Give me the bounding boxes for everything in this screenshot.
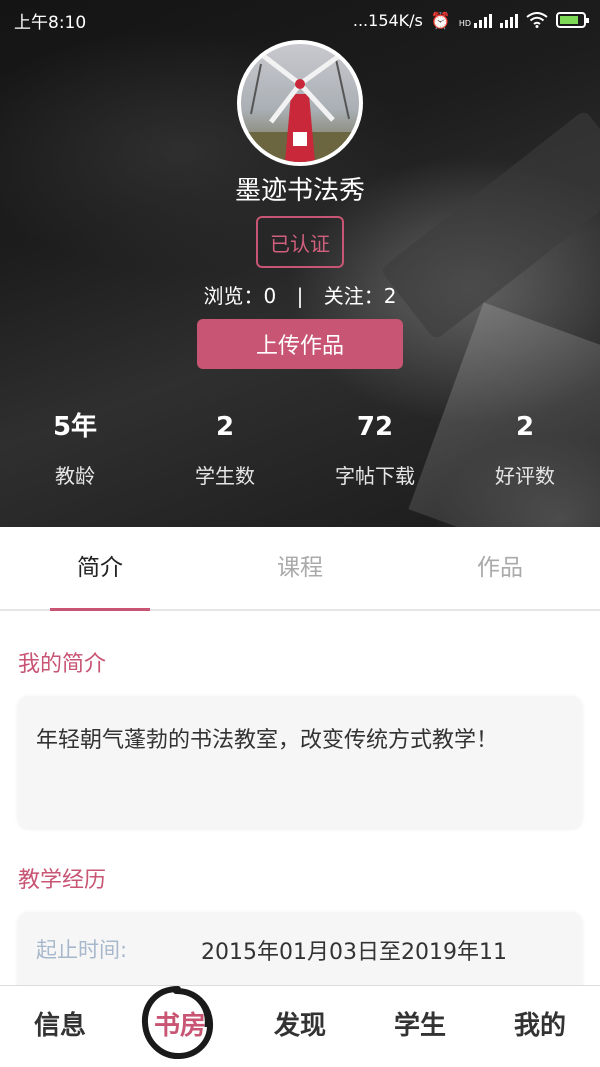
nav-discover[interactable]: 发现 — [240, 986, 360, 1067]
metric-value: 2 — [215, 412, 235, 442]
verified-badge: 已认证 — [256, 216, 344, 268]
signal-icon — [500, 12, 518, 28]
nav-study[interactable]: 书房 — [120, 986, 240, 1067]
profile-header: 上午8:10 ...154K/s ⏰ HD 墨迹书法秀 已认证 浏览：0 | 关… — [0, 0, 600, 527]
upload-works-button[interactable]: 上传作品 — [197, 319, 403, 369]
intro-section-title: 我的简介 — [18, 652, 107, 677]
metric-students[interactable]: 2 学生数 — [150, 400, 300, 496]
nav-label: 学生 — [393, 1011, 446, 1041]
metric-value: 72 — [356, 412, 394, 442]
views-count: 浏览：0 — [203, 284, 277, 308]
metric-label: 字帖下载 — [335, 464, 415, 488]
nav-messages[interactable]: 信息 — [0, 986, 120, 1067]
nav-label: 我的 — [513, 1011, 566, 1041]
nav-mine[interactable]: 我的 — [480, 986, 600, 1067]
tab-intro[interactable]: 简介 — [0, 527, 200, 611]
stats-separator: | — [296, 284, 304, 308]
nav-label: 发现 — [273, 1011, 326, 1041]
status-bar: 上午8:10 ...154K/s ⏰ HD — [0, 0, 600, 40]
metrics-row: 5年 教龄 2 学生数 72 字帖下载 2 好评数 — [0, 400, 600, 496]
nav-label: 信息 — [33, 1011, 86, 1041]
period-value: 2015年01月03日至2019年11 — [201, 940, 507, 965]
metric-label: 教龄 — [55, 464, 95, 488]
windmill-image — [241, 52, 359, 162]
metric-good-reviews[interactable]: 2 好评数 — [450, 400, 600, 496]
network-speed: ...154K/s — [352, 10, 423, 30]
metric-teaching-years: 5年 教龄 — [0, 400, 150, 496]
intro-card: 年轻朝气蓬勃的书法教室，改变传统方式教学！ — [18, 696, 582, 828]
period-label: 起止时间: — [36, 938, 128, 962]
profile-name: 墨迹书法秀 — [234, 176, 365, 206]
bottom-navigation: 信息 书房 发现 学生 我的 — [0, 985, 600, 1067]
status-time: 上午8:10 — [14, 12, 87, 33]
app-root: 上午8:10 ...154K/s ⏰ HD 墨迹书法秀 已认证 浏览：0 | 关… — [0, 0, 600, 1067]
metric-downloads[interactable]: 72 字帖下载 — [300, 400, 450, 496]
wifi-icon — [526, 12, 548, 28]
avatar[interactable] — [237, 40, 363, 166]
follows-count: 关注：2 — [323, 284, 397, 308]
intro-text: 年轻朝气蓬勃的书法教室，改变传统方式教学！ — [36, 728, 499, 753]
tab-works[interactable]: 作品 — [400, 527, 600, 609]
status-icons: ...154K/s ⏰ HD — [352, 10, 589, 30]
metric-label: 好评数 — [495, 464, 555, 488]
alarm-icon: ⏰ — [430, 10, 451, 30]
metric-label: 学生数 — [195, 464, 255, 488]
nav-students[interactable]: 学生 — [360, 986, 480, 1067]
view-follow-stats: 浏览：0 | 关注：2 — [0, 280, 600, 309]
nav-label: 书房 — [153, 1011, 206, 1041]
profile-tabs: 简介 课程 作品 — [0, 527, 600, 611]
tab-courses[interactable]: 课程 — [200, 527, 400, 609]
hd-label: HD — [458, 19, 471, 28]
metric-value: 5年 — [52, 412, 98, 442]
metric-value: 2 — [515, 412, 535, 442]
battery-icon — [556, 12, 589, 28]
signal-hd-icon: HD — [459, 12, 492, 28]
experience-section-title: 教学经历 — [18, 868, 107, 893]
